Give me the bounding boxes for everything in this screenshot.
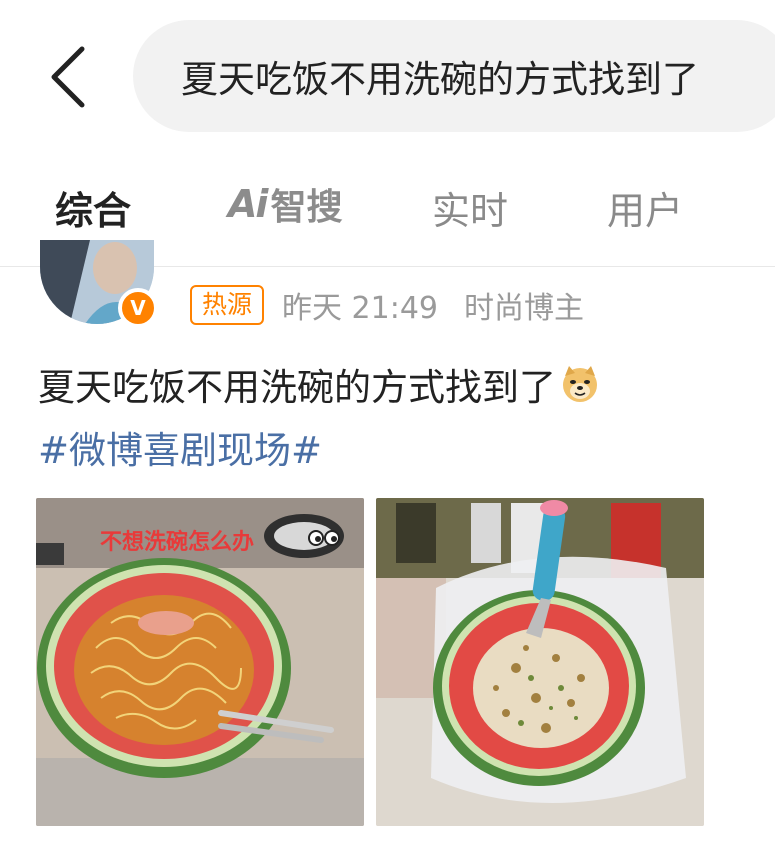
post-image-1[interactable]: 不想洗碗怎么办: [36, 498, 364, 826]
post-time: 昨天 21:49: [282, 291, 439, 326]
tab-general[interactable]: 综合: [55, 180, 131, 235]
search-input[interactable]: 夏天吃饭不用洗碗的方式找到了: [133, 20, 775, 132]
post-meta: 热源 昨天 21:49 时尚博主: [190, 283, 584, 327]
post-text-content: 夏天吃饭不用洗碗的方式找到了: [38, 366, 556, 409]
verified-v-icon: V: [118, 288, 158, 328]
hashtag-link[interactable]: #微博喜剧现场#: [38, 420, 322, 474]
search-query-text: 夏天吃饭不用洗碗的方式找到了: [181, 58, 699, 101]
back-button[interactable]: [38, 42, 98, 112]
post-source: 时尚博主: [464, 291, 585, 326]
ai-logo-icon: Ai: [228, 182, 268, 226]
watermelon-rice-image: [376, 498, 704, 826]
image-overlay-text: 不想洗碗怎么办: [100, 530, 255, 555]
post-text: 夏天吃饭不用洗碗的方式找到了: [38, 357, 738, 411]
tab-users[interactable]: 用户: [607, 180, 683, 235]
status-badge: 热源: [190, 285, 265, 325]
doge-emoji-icon: [563, 366, 597, 402]
tab-ai-search[interactable]: Ai 智搜: [228, 178, 342, 230]
tab-ai-search-label: 智搜: [270, 187, 343, 228]
chevron-left-icon: [51, 46, 85, 108]
top-bar: 夏天吃饭不用洗碗的方式找到了: [0, 0, 775, 150]
tab-realtime[interactable]: 实时: [432, 180, 508, 235]
post-image-2[interactable]: [376, 498, 704, 826]
